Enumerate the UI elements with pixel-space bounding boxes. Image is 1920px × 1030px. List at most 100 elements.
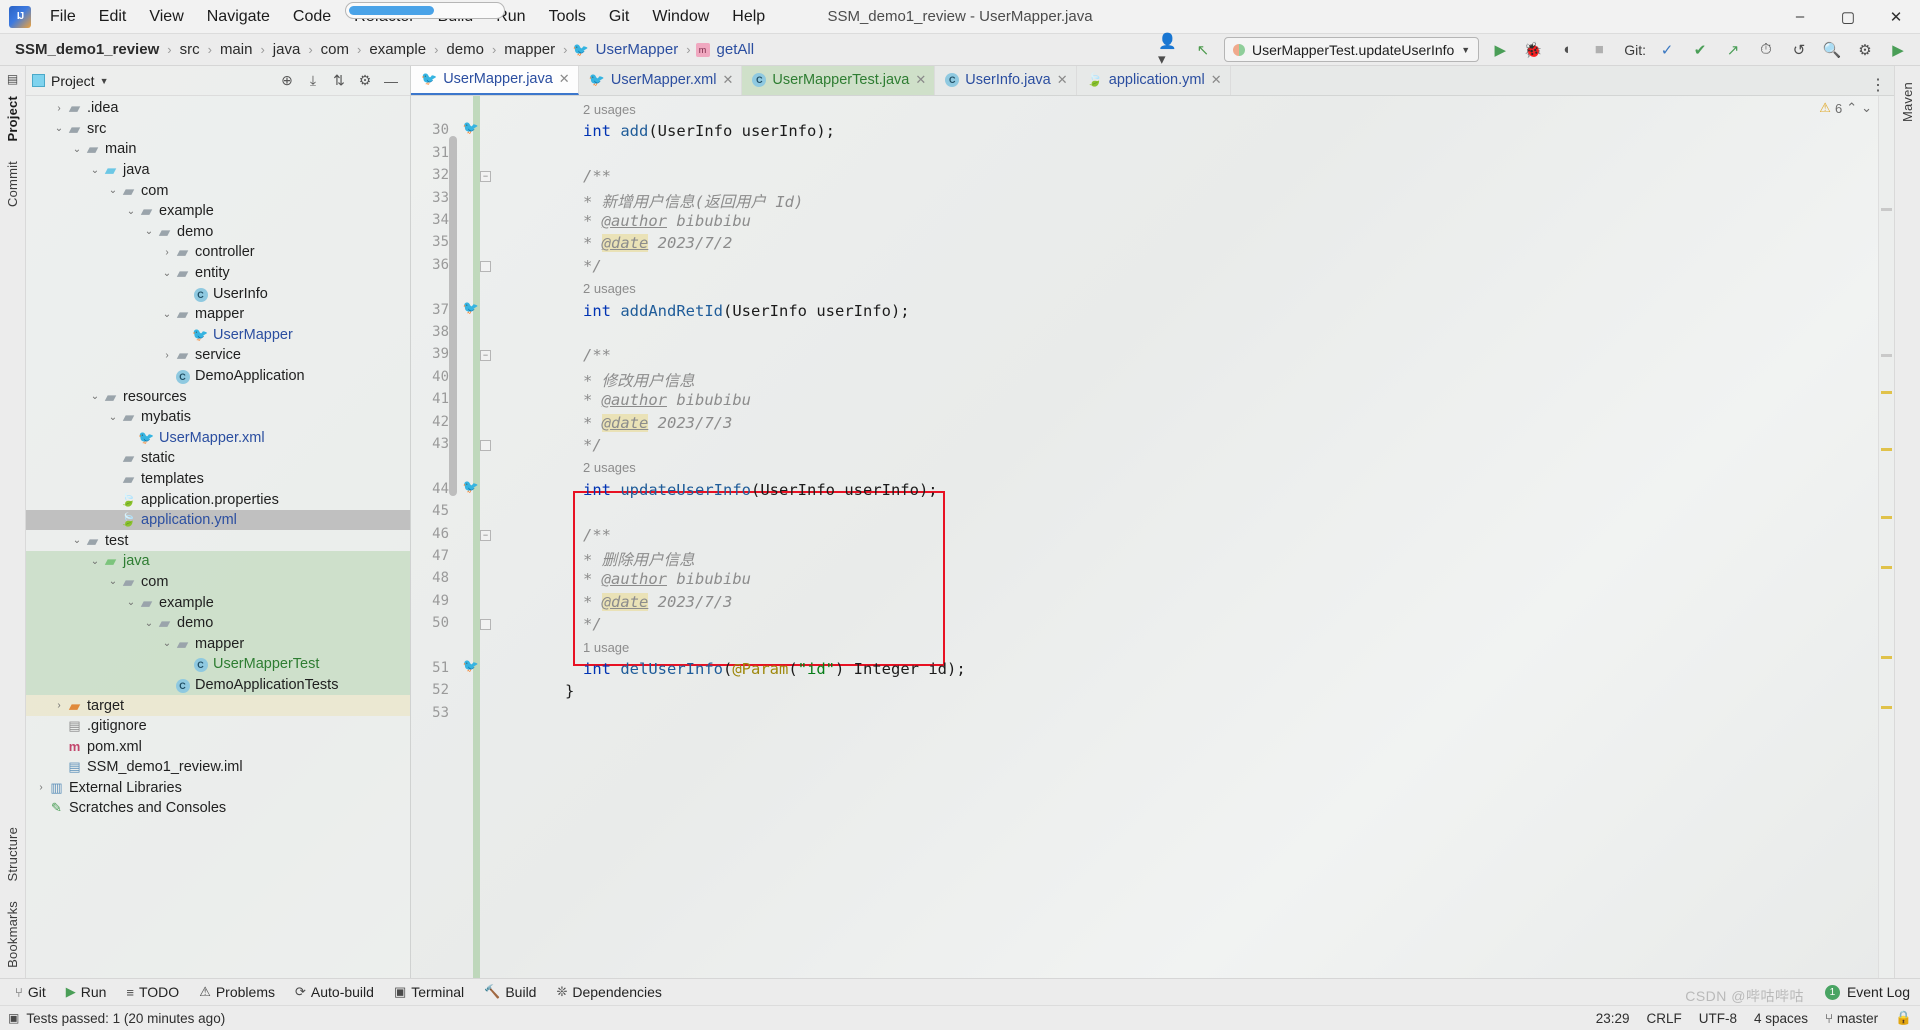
tree-row[interactable]: ⌄ ▰ resources <box>26 386 410 407</box>
code-line[interactable]: */ <box>583 257 602 275</box>
close-button[interactable]: ✕ <box>1872 0 1920 34</box>
expand-all-icon[interactable]: ⇅ <box>330 72 348 89</box>
chevron-down-icon[interactable]: ⌄ <box>88 556 102 567</box>
menu-file[interactable]: File <box>39 4 87 30</box>
bottom-item-terminal[interactable]: ▣ Terminal <box>385 981 473 1003</box>
bottom-item-problems[interactable]: ⚠ Problems <box>190 981 284 1003</box>
tree-row[interactable]: ⌄ ▰ main <box>26 139 410 160</box>
code-line[interactable]: int delUserInfo(@Param("id") Integer id)… <box>583 660 966 678</box>
code-line[interactable]: /** <box>583 526 611 544</box>
code-line[interactable]: int addAndRetId(UserInfo userInfo); <box>583 302 910 320</box>
vcs-update-icon[interactable]: ↖ <box>1191 38 1215 62</box>
tree-row[interactable]: C DemoApplication <box>26 366 410 387</box>
chevron-right-icon[interactable]: › <box>160 350 174 361</box>
run-configuration-selector[interactable]: UserMapperTest.updateUserInfo ▼ <box>1223 37 1480 62</box>
tree-row[interactable]: C UserInfo <box>26 283 410 304</box>
git-push-icon[interactable]: ↗ <box>1721 38 1745 62</box>
close-tab-icon[interactable]: ✕ <box>915 72 926 88</box>
code-line[interactable]: * @date 2023/7/3 <box>583 592 732 611</box>
chevron-down-icon[interactable]: ⌄ <box>88 165 102 176</box>
code-line[interactable] <box>583 705 592 723</box>
minimize-button[interactable]: – <box>1776 0 1824 34</box>
code-line[interactable]: /** <box>583 167 611 185</box>
code-content[interactable]: 2 usages int add(UserInfo userInfo); /** *… <box>493 96 1878 978</box>
chevron-down-icon[interactable]: ⌄ <box>124 597 138 608</box>
tree-row[interactable]: ✎ Scratches and Consoles <box>26 798 410 819</box>
mybatis-statement-icon[interactable]: 🐦 <box>463 479 479 495</box>
breadcrumb-demo[interactable]: demo <box>443 39 487 60</box>
event-log-label[interactable]: Event Log <box>1847 984 1910 1000</box>
breadcrumb-main[interactable]: main <box>217 39 256 60</box>
mybatis-statement-icon[interactable]: 🐦 <box>463 658 479 674</box>
user-avatar-icon[interactable]: 👤▾ <box>1158 33 1182 68</box>
chevron-down-icon[interactable]: ⌄ <box>160 638 174 649</box>
undo-icon[interactable]: ↺ <box>1787 38 1811 62</box>
tree-row[interactable]: ⌄ ▰ entity <box>26 263 410 284</box>
fold-end-icon[interactable] <box>480 440 491 451</box>
tree-row[interactable]: ▰ templates <box>26 469 410 490</box>
locate-file-icon[interactable]: ⊕ <box>278 72 296 89</box>
rail-item-commit[interactable]: Commit <box>5 161 20 207</box>
tree-row[interactable]: › ▥ External Libraries <box>26 778 410 799</box>
tree-row[interactable]: 🍃 application.properties <box>26 489 410 510</box>
menu-view[interactable]: View <box>138 4 194 30</box>
tab-usermapper-xml[interactable]: 🐦 UserMapper.xml ✕ <box>579 65 743 95</box>
code-editor[interactable]: ⚠ 6 ⌃ ⌄ 30 🐦 31 32 − 33 34 35 36 37 🐦 38 39 − 40 41 42 43… <box>411 96 1894 978</box>
chevron-down-icon[interactable]: ⌄ <box>52 123 66 134</box>
settings-gear-icon[interactable]: ⚙ <box>1853 38 1877 62</box>
tree-row[interactable]: ⌄ ▰ java <box>26 160 410 181</box>
tree-row[interactable]: ⌄ ▰ com <box>26 180 410 201</box>
bottom-item-git[interactable]: ⑂ Git <box>6 981 55 1003</box>
editor-gutter[interactable]: 30 🐦 31 32 − 33 34 35 36 37 🐦 38 39 − 40 41 42 43 44 🐦 45 46 −… <box>411 96 493 978</box>
chevron-right-icon[interactable]: › <box>52 700 66 711</box>
bottom-item-dependencies[interactable]: ❊ Dependencies <box>547 981 670 1003</box>
mybatis-statement-icon[interactable]: 🐦 <box>463 300 479 316</box>
code-line[interactable] <box>583 145 592 163</box>
tab-application-yml[interactable]: 🍃 application.yml ✕ <box>1077 65 1231 95</box>
rail-item-bookmarks[interactable]: Bookmarks <box>5 901 20 968</box>
gutter-scroll-thumb[interactable] <box>449 136 457 496</box>
breadcrumb-src[interactable]: src <box>177 39 203 60</box>
tree-row[interactable]: C UserMapperTest <box>26 654 410 675</box>
menu-help[interactable]: Help <box>721 4 776 30</box>
status-encoding[interactable]: UTF-8 <box>1699 1011 1737 1026</box>
tree-row[interactable]: ⌄ ▰ src <box>26 119 410 140</box>
fold-collapse-icon[interactable]: − <box>480 171 491 183</box>
chevron-up-icon[interactable]: ⌃ <box>1846 100 1857 116</box>
play-green-icon[interactable]: ▶ <box>1886 38 1910 62</box>
chevron-down-icon[interactable]: ⌄ <box>106 185 120 196</box>
rail-item-maven[interactable]: Maven <box>1900 82 1915 122</box>
code-line[interactable]: * @author bibubibu <box>583 570 751 588</box>
code-line[interactable]: int updateUserInfo(UserInfo userInfo); <box>583 481 938 499</box>
tree-row[interactable]: ▤ .gitignore <box>26 716 410 737</box>
tree-row[interactable]: 🐦 UserMapper <box>26 325 410 346</box>
fold-collapse-icon[interactable]: − <box>480 529 491 541</box>
tree-row[interactable]: › ▰ service <box>26 345 410 366</box>
debug-button[interactable]: 🐞 <box>1521 38 1545 62</box>
search-icon[interactable]: 🔍 <box>1820 38 1844 62</box>
bottom-item-todo[interactable]: ≡ TODO <box>117 981 188 1003</box>
collapse-all-icon[interactable]: ⤓ <box>304 72 322 89</box>
menu-tools[interactable]: Tools <box>538 4 597 30</box>
chevron-down-icon[interactable]: ⌄ <box>160 309 174 320</box>
code-line[interactable]: * 新增用户信息(返回用户 Id) <box>583 190 803 212</box>
chevron-down-icon[interactable]: ▼ <box>100 76 109 86</box>
menu-git[interactable]: Git <box>598 4 640 30</box>
code-line[interactable]: 2 usages <box>583 279 636 297</box>
chevron-down-icon[interactable]: ⌄ <box>106 412 120 423</box>
breadcrumb-getall[interactable]: getAll <box>714 39 758 60</box>
run-button[interactable]: ▶ <box>1488 38 1512 62</box>
git-checkin-icon[interactable]: ✓ <box>1655 38 1679 62</box>
rail-item-project[interactable]: Project <box>5 96 20 141</box>
editor-tab-options-icon[interactable]: ⋮ <box>1870 75 1894 95</box>
code-line[interactable]: int add(UserInfo userInfo); <box>583 122 835 140</box>
tree-row[interactable]: ⌄ ▰ java <box>26 551 410 572</box>
menu-window[interactable]: Window <box>641 4 720 30</box>
code-line[interactable]: */ <box>583 436 602 454</box>
maximize-button[interactable]: ▢ <box>1824 0 1872 34</box>
close-tab-icon[interactable]: ✕ <box>1211 72 1222 88</box>
fold-end-icon[interactable] <box>480 619 491 631</box>
bottom-item-run[interactable]: ▶ Run <box>57 981 116 1003</box>
breadcrumb-example[interactable]: example <box>366 39 429 60</box>
code-line[interactable]: * @date 2023/7/3 <box>583 413 732 432</box>
